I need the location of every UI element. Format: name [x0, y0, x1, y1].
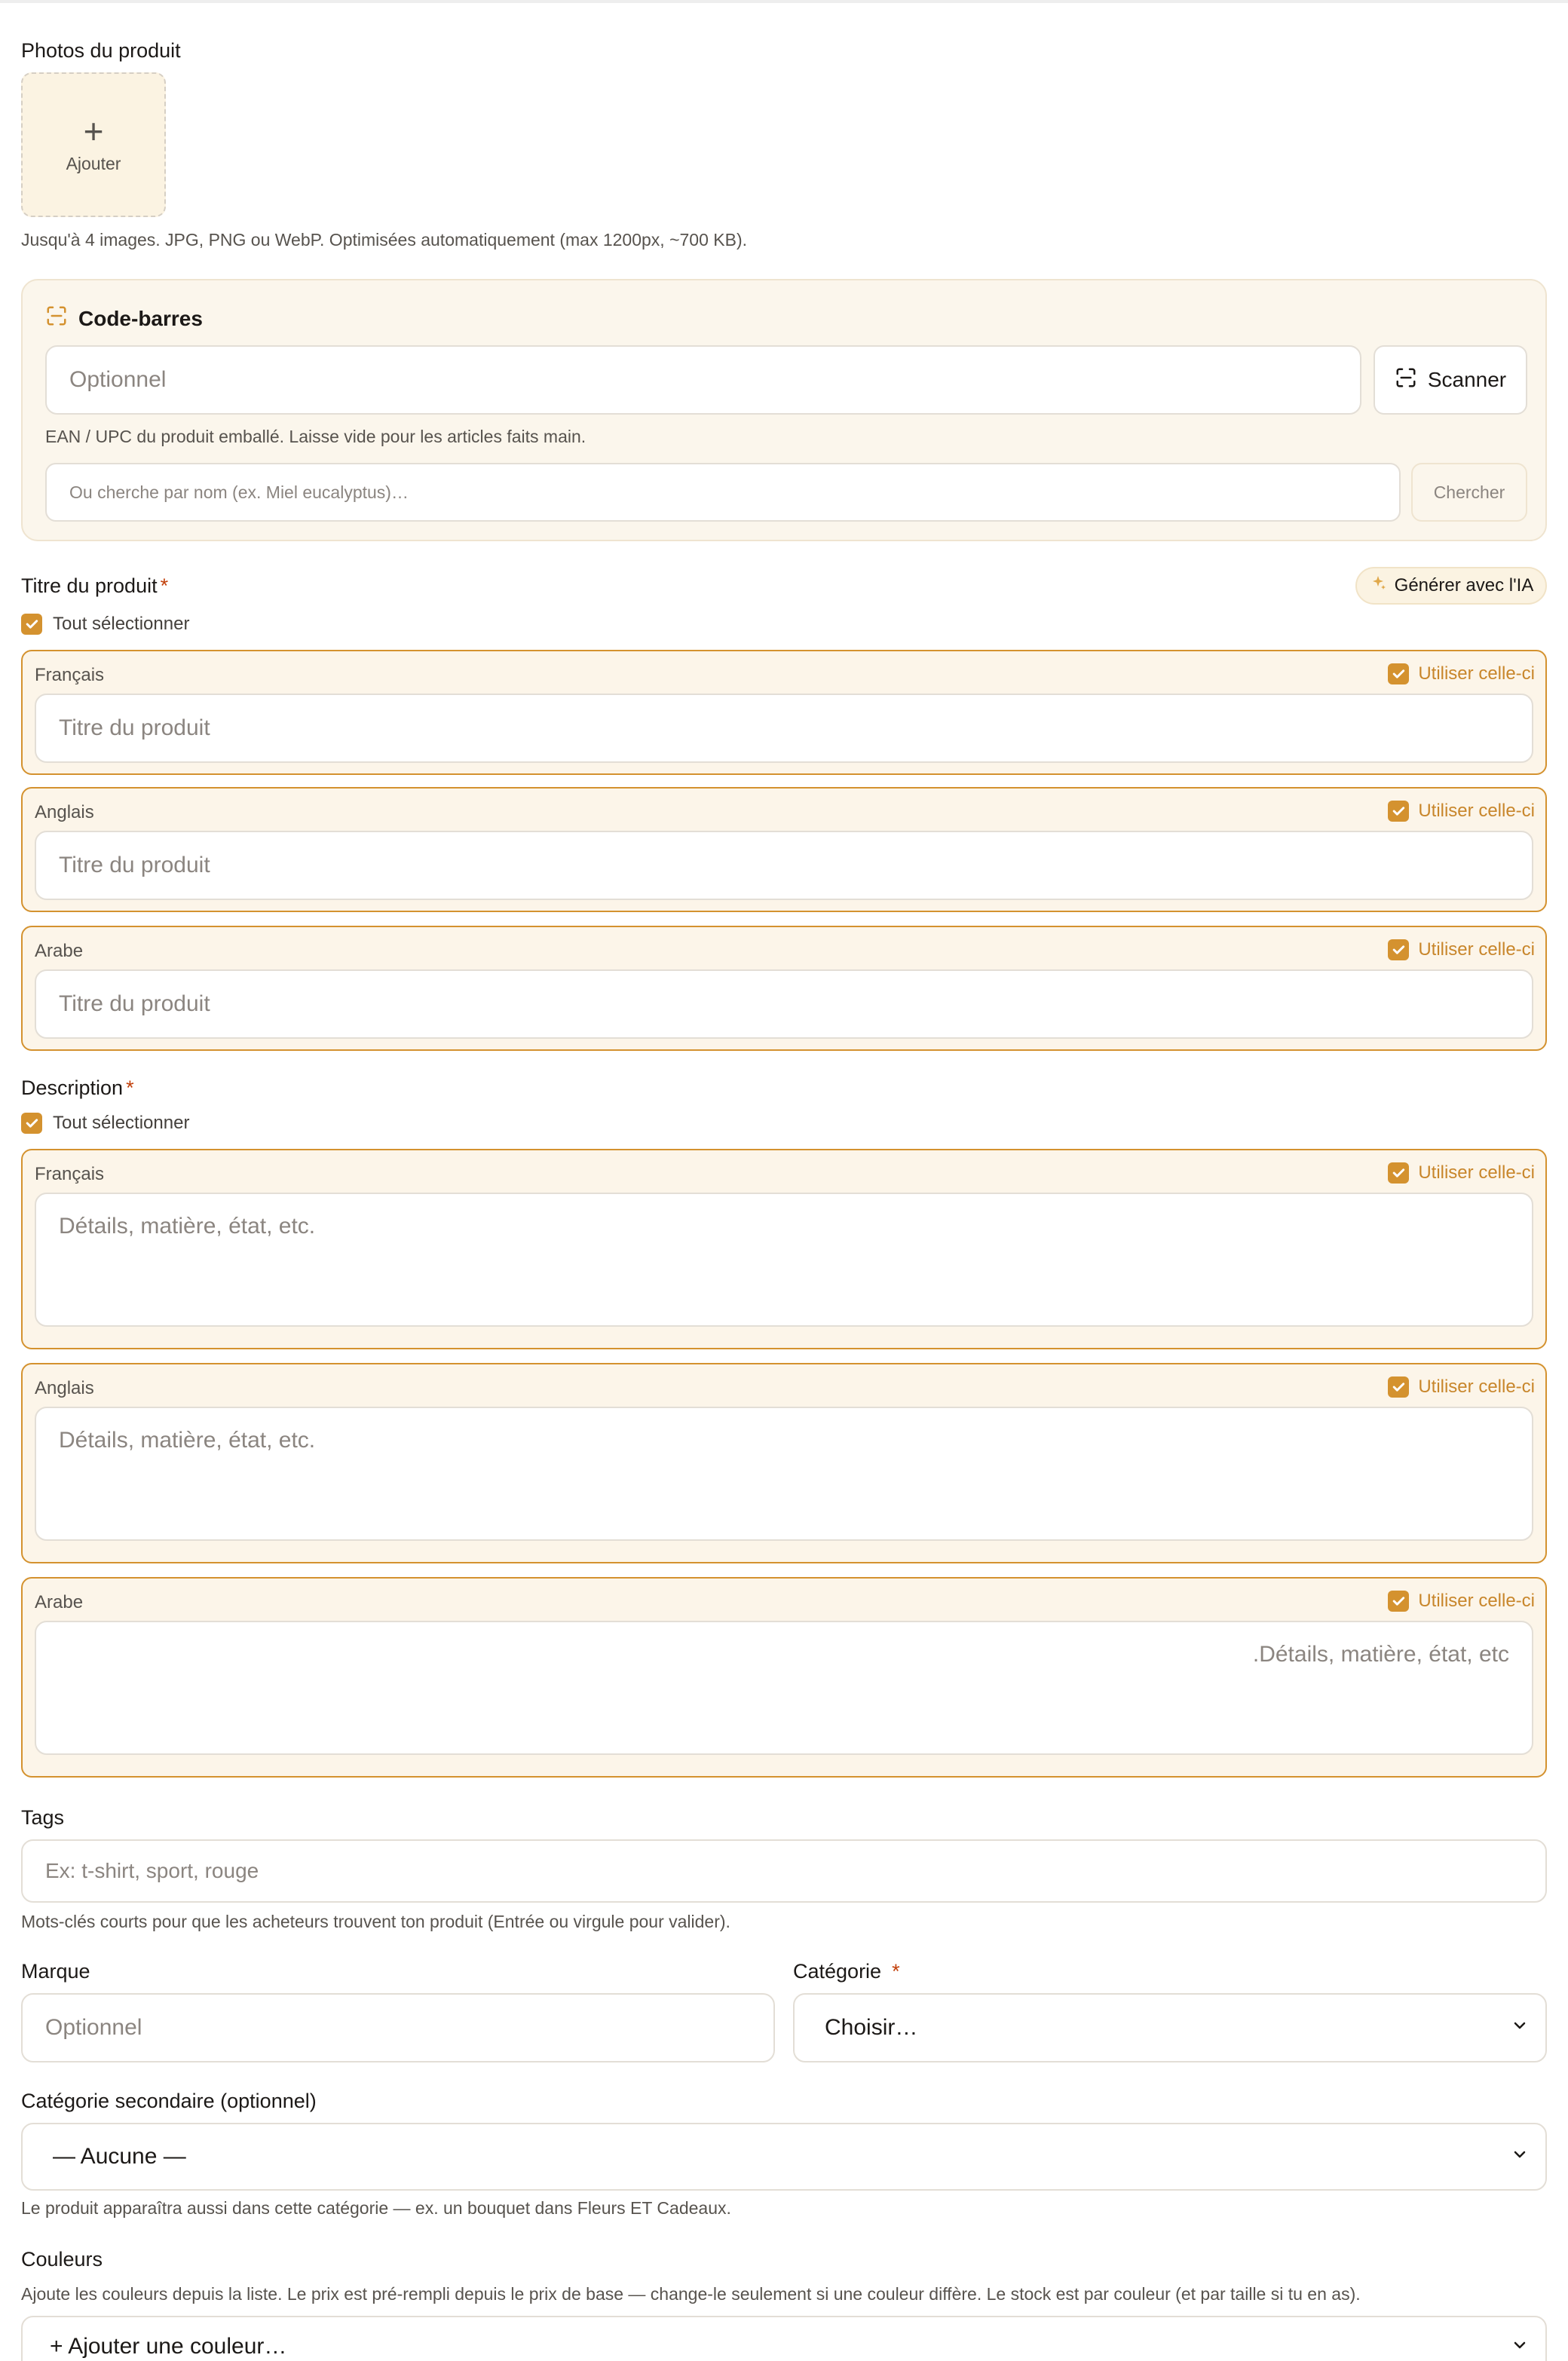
- lang-name: Français: [35, 1164, 105, 1184]
- title-lang-fr: Français Utiliser celle-ci Titre du prod…: [21, 650, 1547, 775]
- use-this-label: Utiliser celle-ci: [1418, 1162, 1535, 1183]
- secondary-category-help: Le produit apparaîtra aussi dans cette c…: [21, 2198, 731, 2218]
- barcode-input[interactable]: Optionnel: [45, 345, 1361, 415]
- checkbox-checked-icon[interactable]: [21, 1113, 42, 1134]
- scanner-label: Scanner: [1427, 368, 1507, 391]
- add-color-select[interactable]: + Ajouter une couleur…: [21, 2316, 1547, 2361]
- title-select-all[interactable]: Tout sélectionner: [21, 614, 189, 635]
- barcode-scan-icon: [45, 305, 68, 332]
- add-color-selected: + Ajouter une couleur…: [50, 2334, 287, 2359]
- tags-help: Mots-clés courts pour que les acheteurs …: [21, 1912, 730, 1931]
- use-this-label: Utiliser celle-ci: [1418, 939, 1535, 960]
- required-star: *: [126, 1076, 134, 1099]
- use-this-toggle[interactable]: Utiliser celle-ci: [1388, 663, 1535, 684]
- description-textarea-en[interactable]: Détails, matière, état, etc.: [35, 1407, 1533, 1541]
- title-input-fr[interactable]: Titre du produit: [35, 694, 1533, 763]
- search-button[interactable]: Chercher: [1411, 463, 1527, 522]
- use-this-label: Utiliser celle-ci: [1418, 1591, 1535, 1611]
- photos-help: Jusqu'à 4 images. JPG, PNG ou WebP. Opti…: [21, 230, 748, 250]
- tags-input[interactable]: Ex: t-shirt, sport, rouge: [21, 1839, 1547, 1903]
- secondary-category-selected: — Aucune —: [53, 2144, 186, 2169]
- title-label-text: Titre du produit: [21, 574, 158, 597]
- category-label-text: Catégorie: [793, 1960, 882, 1983]
- description-label-text: Description: [21, 1076, 124, 1099]
- use-this-toggle[interactable]: Utiliser celle-ci: [1388, 801, 1535, 822]
- scanner-icon: [1395, 366, 1417, 394]
- tags-label: Tags: [21, 1806, 65, 1829]
- checkbox-checked-icon[interactable]: [1388, 1162, 1410, 1184]
- description-label: Description *: [21, 1076, 134, 1100]
- secondary-category-select[interactable]: — Aucune —: [21, 2123, 1547, 2191]
- title-label: Titre du produit *: [21, 574, 168, 598]
- chevron-down-icon: [1511, 2335, 1529, 2360]
- barcode-title-text: Code-barres: [78, 306, 203, 330]
- use-this-toggle[interactable]: Utiliser celle-ci: [1388, 1376, 1535, 1398]
- select-all-label: Tout sélectionner: [53, 614, 190, 634]
- photos-label: Photos du produit: [21, 39, 181, 62]
- description-lang-ar: Arabe Utiliser celle-ci .Détails, matièr…: [21, 1577, 1547, 1778]
- barcode-help: EAN / UPC du produit emballé. Laisse vid…: [45, 427, 586, 446]
- barcode-panel: Code-barres Optionnel Scanner EAN / UPC …: [21, 279, 1547, 541]
- brand-label: Marque: [21, 1960, 90, 1983]
- lang-name: Arabe: [35, 941, 84, 961]
- description-lang-en: Anglais Utiliser celle-ci Détails, matiè…: [21, 1363, 1547, 1563]
- checkbox-checked-icon[interactable]: [1388, 801, 1410, 822]
- title-input-ar[interactable]: Titre du produit: [35, 969, 1533, 1039]
- colors-label: Couleurs: [21, 2248, 103, 2271]
- top-divider: [0, 0, 1568, 3]
- chevron-down-icon: [1511, 2144, 1529, 2170]
- scanner-button[interactable]: Scanner: [1374, 345, 1527, 415]
- brand-input[interactable]: Optionnel: [21, 1993, 775, 2062]
- lang-name: Français: [35, 665, 105, 685]
- use-this-label: Utiliser celle-ci: [1418, 663, 1535, 684]
- checkbox-checked-icon[interactable]: [1388, 1591, 1410, 1612]
- title-lang-ar: Arabe Utiliser celle-ci Titre du produit: [21, 926, 1547, 1051]
- description-textarea-fr[interactable]: Détails, matière, état, etc.: [35, 1193, 1533, 1327]
- title-lang-en: Anglais Utiliser celle-ci Titre du produ…: [21, 787, 1547, 912]
- chevron-down-icon: [1511, 2015, 1529, 2041]
- category-select[interactable]: Choisir…: [793, 1993, 1547, 2062]
- lang-name: Arabe: [35, 1592, 84, 1612]
- barcode-title: Code-barres: [45, 305, 203, 332]
- description-textarea-ar[interactable]: .Détails, matière, état, etc: [35, 1621, 1533, 1755]
- lang-name: Anglais: [35, 802, 94, 822]
- use-this-label: Utiliser celle-ci: [1418, 1376, 1535, 1397]
- barcode-search-input[interactable]: Ou cherche par nom (ex. Miel eucalyptus)…: [45, 463, 1401, 522]
- required-star: *: [160, 574, 169, 597]
- category-selected: Choisir…: [825, 2015, 918, 2040]
- checkbox-checked-icon[interactable]: [21, 614, 42, 635]
- checkbox-checked-icon[interactable]: [1388, 939, 1410, 960]
- use-this-toggle[interactable]: Utiliser celle-ci: [1388, 1591, 1535, 1612]
- category-label: Catégorie *: [793, 1960, 900, 1983]
- sparkle-icon: [1369, 574, 1387, 598]
- use-this-toggle[interactable]: Utiliser celle-ci: [1388, 939, 1535, 960]
- colors-help: Ajoute les couleurs depuis la liste. Le …: [21, 2284, 1361, 2304]
- lang-name: Anglais: [35, 1378, 94, 1398]
- description-select-all[interactable]: Tout sélectionner: [21, 1113, 189, 1134]
- checkbox-checked-icon[interactable]: [1388, 1376, 1410, 1398]
- use-this-label: Utiliser celle-ci: [1418, 801, 1535, 821]
- generate-ai-button[interactable]: Générer avec l'IA: [1355, 567, 1547, 605]
- add-photo-button[interactable]: + Ajouter: [21, 72, 166, 217]
- plus-icon: +: [83, 111, 104, 151]
- checkbox-checked-icon[interactable]: [1388, 663, 1410, 684]
- add-photo-label: Ajouter: [66, 153, 121, 173]
- required-star: *: [892, 1960, 900, 1983]
- generate-ai-label: Générer avec l'IA: [1394, 575, 1534, 596]
- title-input-en[interactable]: Titre du produit: [35, 831, 1533, 900]
- secondary-category-label: Catégorie secondaire (optionnel): [21, 2090, 317, 2112]
- select-all-label: Tout sélectionner: [53, 1113, 190, 1133]
- use-this-toggle[interactable]: Utiliser celle-ci: [1388, 1162, 1535, 1184]
- description-lang-fr: Français Utiliser celle-ci Détails, mati…: [21, 1149, 1547, 1349]
